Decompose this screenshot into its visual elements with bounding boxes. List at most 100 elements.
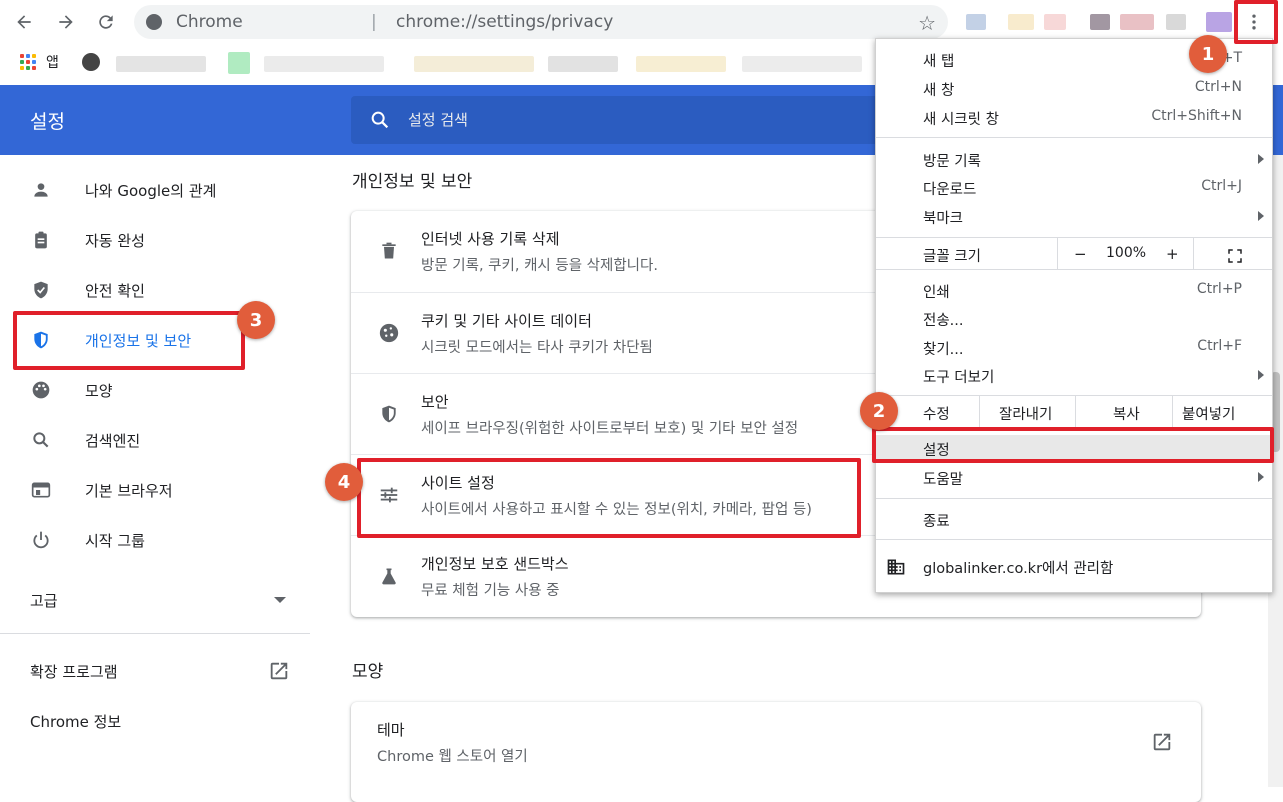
menu-item-more-tools[interactable]: 도구 더보기 bbox=[876, 362, 1272, 390]
apps-grid-icon bbox=[20, 54, 36, 70]
sidebar-divider bbox=[0, 633, 310, 634]
menu-item-shortcut: Ctrl+N bbox=[1194, 79, 1242, 95]
settings-title: 설정 bbox=[30, 111, 65, 133]
chevron-right-icon bbox=[1258, 211, 1264, 221]
menu-divider bbox=[876, 498, 1272, 499]
extension-icon[interactable] bbox=[1120, 14, 1154, 30]
annotation-box-privacy bbox=[13, 311, 245, 370]
url-text[interactable]: chrome://settings/privacy bbox=[396, 12, 613, 32]
cut-button[interactable]: 잘라내기 bbox=[999, 403, 1052, 424]
sidebar-item-label: 모양 bbox=[85, 381, 113, 400]
apps-bookmark[interactable]: 앱 bbox=[46, 52, 59, 72]
bookmark-item[interactable] bbox=[742, 56, 862, 72]
row-title: 인터넷 사용 기록 삭제 bbox=[421, 230, 560, 248]
menu-zoom-row: 글꼴 크기 − 100% + bbox=[876, 241, 1272, 271]
bookmark-item[interactable] bbox=[414, 56, 534, 72]
sidebar-item-label: 자동 완성 bbox=[85, 231, 145, 250]
open-external-icon bbox=[268, 660, 290, 686]
chrome-main-menu: 새 탭 Ctrl+T 새 창 Ctrl+N 새 시크릿 창 Ctrl+Shift… bbox=[875, 38, 1273, 593]
row-title: 개인정보 보호 샌드박스 bbox=[421, 555, 569, 573]
row-subtitle: 시크릿 모드에서는 타사 쿠키가 차단됨 bbox=[421, 340, 653, 356]
menu-item-new-window[interactable]: 새 창 Ctrl+N bbox=[876, 75, 1272, 103]
chevron-right-icon bbox=[1258, 472, 1264, 482]
menu-item-label: 종료 bbox=[923, 514, 950, 530]
menu-item-print[interactable]: 인쇄 Ctrl+P bbox=[876, 277, 1272, 305]
bookmark-item[interactable] bbox=[636, 56, 726, 72]
menu-item-cast[interactable]: 전송... bbox=[876, 305, 1272, 333]
sidebar-item-search-engine[interactable]: 검색엔진 bbox=[0, 420, 310, 460]
extension-icon[interactable] bbox=[1090, 14, 1110, 30]
zoom-level: 100% bbox=[1106, 245, 1147, 261]
bookmark-item[interactable] bbox=[116, 56, 206, 72]
zoom-out-button[interactable]: − bbox=[1074, 245, 1087, 263]
edit-divider bbox=[979, 395, 980, 427]
menu-item-new-incognito[interactable]: 새 시크릿 창 Ctrl+Shift+N bbox=[876, 104, 1272, 132]
menu-item-label: 새 창 bbox=[923, 83, 955, 99]
menu-item-bookmarks[interactable]: 북마크 bbox=[876, 203, 1272, 231]
back-button[interactable] bbox=[10, 8, 38, 36]
sidebar-item-default-browser[interactable]: 기본 브라우저 bbox=[0, 470, 310, 510]
address-bar[interactable]: Chrome | chrome://settings/privacy ☆ bbox=[134, 5, 948, 39]
back-arrow-icon bbox=[17, 15, 31, 29]
menu-item-label: 도구 더보기 bbox=[923, 370, 995, 386]
bookmark-item[interactable] bbox=[264, 56, 384, 72]
zoom-in-button[interactable]: + bbox=[1166, 245, 1179, 263]
menu-item-label: globalinker.co.kr에서 관리함 bbox=[923, 561, 1114, 577]
menu-divider bbox=[876, 539, 1272, 540]
settings-search-input[interactable]: 설정 검색 bbox=[351, 96, 911, 144]
annotation-box-site-settings bbox=[357, 458, 861, 538]
profile-avatar[interactable] bbox=[1206, 12, 1232, 32]
row-theme[interactable]: 테마 Chrome 웹 스토어 열기 bbox=[351, 702, 1201, 784]
reload-button[interactable] bbox=[92, 8, 120, 36]
paste-button[interactable]: 붙여넣기 bbox=[1182, 403, 1235, 424]
menu-item-exit[interactable]: 종료 bbox=[876, 506, 1272, 534]
reload-icon bbox=[99, 15, 113, 29]
bookmark-item[interactable] bbox=[228, 52, 250, 74]
row-title: 테마 bbox=[377, 721, 405, 739]
zoom-label: 글꼴 크기 bbox=[923, 249, 981, 265]
sidebar-about-chrome[interactable]: Chrome 정보 bbox=[0, 701, 310, 741]
fullscreen-icon[interactable] bbox=[1226, 247, 1244, 269]
copy-button[interactable]: 복사 bbox=[1113, 403, 1140, 424]
sidebar-item-you-and-google[interactable]: 나와 Google의 관계 bbox=[0, 170, 310, 210]
menu-item-label: 다운로드 bbox=[923, 182, 977, 198]
power-icon bbox=[30, 529, 52, 551]
edit-label: 수정 bbox=[923, 407, 950, 423]
privacy-section-title: 개인정보 및 보안 bbox=[352, 172, 473, 192]
row-subtitle: 무료 체험 기능 사용 중 bbox=[421, 583, 560, 599]
chevron-down-icon bbox=[274, 597, 286, 603]
extension-icon[interactable] bbox=[1044, 14, 1066, 30]
bookmark-star-icon[interactable]: ☆ bbox=[918, 11, 936, 35]
menu-item-managed[interactable]: globalinker.co.kr에서 관리함 bbox=[876, 553, 1272, 581]
clipboard-icon bbox=[30, 229, 52, 251]
sidebar-item-appearance[interactable]: 모양 bbox=[0, 370, 310, 410]
menu-item-downloads[interactable]: 다운로드 Ctrl+J bbox=[876, 174, 1272, 202]
sidebar-extensions-link[interactable]: 확장 프로그램 bbox=[0, 651, 310, 691]
menu-item-help[interactable]: 도움말 bbox=[876, 464, 1272, 492]
bookmark-item[interactable] bbox=[548, 56, 618, 72]
sidebar-item-autofill[interactable]: 자동 완성 bbox=[0, 220, 310, 260]
flask-icon bbox=[377, 564, 401, 588]
row-subtitle: Chrome 웹 스토어 열기 bbox=[377, 749, 528, 765]
extension-icon[interactable] bbox=[1008, 14, 1034, 30]
row-subtitle: 세이프 브라우징(위험한 사이트로부터 보호) 및 기타 보안 설정 bbox=[421, 421, 799, 437]
globe-icon[interactable] bbox=[82, 53, 100, 71]
annotation-badge-1: 1 bbox=[1189, 35, 1227, 73]
about-chrome-label: Chrome 정보 bbox=[30, 712, 122, 731]
menu-item-shortcut: Ctrl+F bbox=[1197, 338, 1242, 354]
forward-button[interactable] bbox=[52, 8, 80, 36]
extension-icon[interactable] bbox=[1166, 14, 1186, 30]
sidebar-advanced-toggle[interactable]: 고급 bbox=[0, 580, 310, 620]
person-icon bbox=[30, 179, 52, 201]
row-title: 보안 bbox=[421, 393, 449, 411]
extension-icon[interactable] bbox=[966, 14, 986, 30]
menu-item-label: 도움말 bbox=[923, 472, 964, 488]
search-icon bbox=[30, 429, 52, 451]
menu-item-find[interactable]: 찾기... Ctrl+F bbox=[876, 334, 1272, 362]
sidebar-item-on-startup[interactable]: 시작 그룹 bbox=[0, 520, 310, 560]
sidebar-item-label: 시작 그룹 bbox=[85, 531, 145, 550]
menu-item-label: 북마크 bbox=[923, 211, 964, 227]
open-external-icon[interactable] bbox=[1151, 731, 1173, 757]
sidebar-item-label: 기본 브라우저 bbox=[85, 481, 173, 500]
menu-item-history[interactable]: 방문 기록 bbox=[876, 146, 1272, 174]
